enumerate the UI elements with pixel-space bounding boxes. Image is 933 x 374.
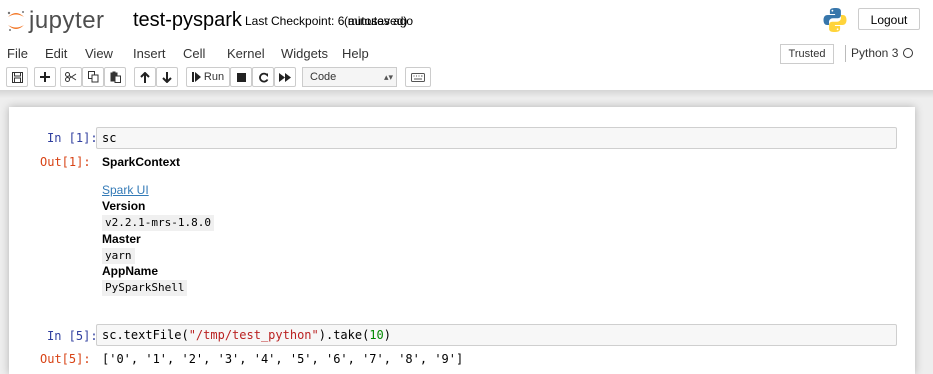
spark-ui-link[interactable]: Spark UI (102, 183, 149, 197)
out-prompt: Out[1]: (40, 155, 91, 169)
toolbar: Run (0, 66, 933, 90)
stop-icon (236, 72, 246, 82)
save-icon (11, 71, 23, 83)
cut-button[interactable] (60, 67, 82, 87)
cut-icon (65, 72, 77, 82)
run-button[interactable]: Run (186, 67, 230, 87)
version-value: v2.2.1-mrs-1.8.0 (102, 215, 214, 231)
header: jupyter test-pyspark Last Checkpoint: 6 … (0, 0, 933, 40)
code-string: "/tmp/test_python" (188, 328, 319, 342)
arrow-up-icon (140, 71, 150, 83)
interrupt-button[interactable] (230, 67, 252, 87)
menu-widgets[interactable]: Widgets (281, 46, 328, 61)
code-number: 10 (369, 328, 384, 342)
restart-icon (258, 72, 268, 82)
jupyter-logo-text: jupyter (29, 7, 105, 34)
kernel-separator (845, 45, 846, 62)
out-prompt: Out[5]: (40, 352, 91, 366)
run-button-label: Run (203, 71, 225, 83)
code-text: sc (102, 131, 117, 145)
copy-button[interactable] (82, 67, 104, 87)
kernel-name[interactable]: Python 3 (851, 45, 898, 61)
menu-kernel[interactable]: Kernel (227, 46, 265, 61)
appname-label: AppName (102, 264, 159, 278)
menu-view[interactable]: View (85, 46, 113, 61)
autosave-status: (autosaved) (344, 14, 408, 28)
copy-icon (87, 71, 98, 83)
arrow-down-icon (162, 71, 172, 83)
menu-edit[interactable]: Edit (45, 46, 67, 61)
trusted-indicator[interactable]: Trusted (780, 44, 834, 64)
code-name: ).take( (318, 328, 370, 342)
notebook-name[interactable]: test-pyspark (133, 9, 242, 31)
jupyter-logo[interactable]: jupyter (6, 8, 105, 34)
fast-forward-icon (279, 72, 291, 82)
code-name: ) (383, 328, 392, 342)
version-label: Version (102, 199, 146, 213)
menu-file[interactable]: File (7, 46, 28, 61)
step-forward-icon (191, 72, 201, 82)
code-name: sc.textFile( (102, 328, 189, 342)
save-button[interactable] (6, 67, 28, 87)
paste-icon (110, 71, 121, 83)
master-value: yarn (102, 248, 135, 264)
menu-insert[interactable]: Insert (133, 46, 166, 61)
jupyter-logo-icon (7, 11, 24, 31)
kernel-idle-icon (903, 48, 913, 58)
python-logo-icon (823, 8, 847, 32)
master-label: Master (102, 232, 141, 246)
select-arrows-icon: ▴▾ (384, 72, 394, 82)
output-title: SparkContext (102, 155, 181, 169)
restart-button[interactable] (252, 67, 274, 87)
plus-icon (40, 72, 50, 82)
paste-button[interactable] (104, 67, 126, 87)
header-shadow (0, 90, 933, 98)
appname-value: PySparkShell (102, 280, 188, 296)
move-down-button[interactable] (156, 67, 178, 87)
in-prompt: In [1]: (47, 131, 98, 145)
move-up-button[interactable] (134, 67, 156, 87)
insert-cell-button[interactable] (34, 67, 56, 87)
cell-type-select[interactable]: Code (302, 67, 397, 87)
code-cell-input[interactable]: sc.textFile("/tmp/test_python").take(10) (96, 324, 897, 346)
restart-run-all-button[interactable] (274, 67, 296, 87)
notebook-container: In [1]: sc Out[1]: SparkContext Spark UI… (9, 107, 915, 374)
in-prompt: In [5]: (47, 329, 98, 343)
command-palette-button[interactable] (405, 67, 431, 87)
logout-button[interactable]: Logout (858, 8, 920, 30)
keyboard-icon (411, 72, 425, 82)
output-list: ['0', '1', '2', '3', '4', '5', '6', '7',… (102, 352, 464, 366)
menu-cell[interactable]: Cell (183, 46, 205, 61)
menu-help[interactable]: Help (342, 46, 369, 61)
code-cell-input[interactable]: sc (96, 127, 897, 149)
